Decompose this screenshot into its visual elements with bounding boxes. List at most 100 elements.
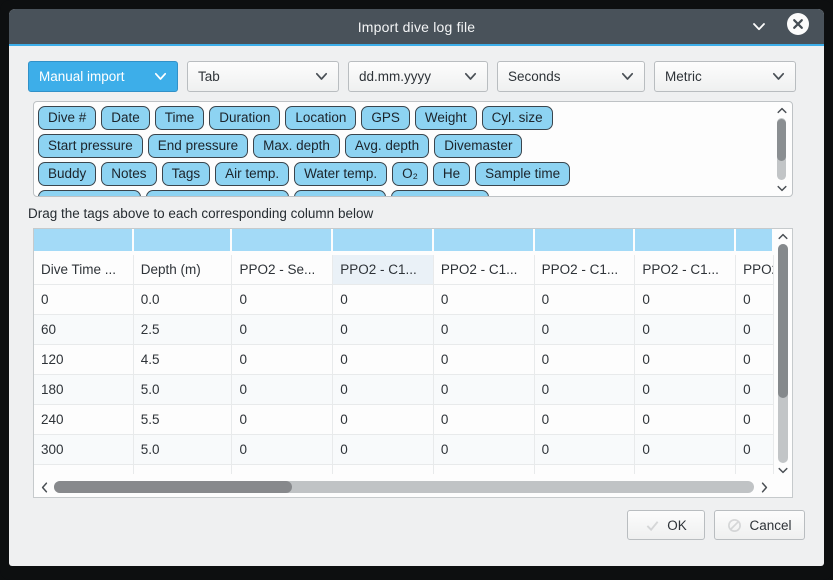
chevron-down-icon [464,72,477,81]
tag-chip[interactable]: Water temp. [294,162,387,186]
table-cell: 0 [736,315,774,345]
table-vertical-scrollbar[interactable] [774,229,792,477]
table-cell: 0 [232,285,333,315]
tag-chip[interactable]: Dive # [38,106,96,130]
tag-chip[interactable]: Time [155,106,205,130]
column-drop-zone[interactable] [635,229,736,255]
import-dialog: Import dive log file Manual import Tab dd.… [9,9,824,566]
column-header: PPO2 - C1... [635,255,736,285]
cancel-button[interactable]: Cancel [714,510,805,540]
tag-chip[interactable]: Start pressure [38,134,143,158]
tag-chip[interactable]: Weight [415,106,477,130]
column-drop-zone[interactable] [34,229,134,255]
tag-chip[interactable]: O₂ [392,162,428,186]
tag-list-scrollbar[interactable] [774,103,789,195]
tag-chip[interactable]: Notes [101,162,156,186]
scroll-right-icon[interactable] [756,477,772,497]
ok-button[interactable]: OK [627,510,705,540]
dialog-content: Manual importTabdd.mm.yyyySecondsMetric … [9,46,824,540]
table-cell [434,465,535,474]
tag-chip[interactable]: Air temp. [215,162,289,186]
scroll-down-icon[interactable] [774,464,792,476]
table-cell: 0 [535,435,636,465]
scroll-down-icon[interactable] [774,182,789,194]
titlebar[interactable]: Import dive log file [9,9,824,46]
duration-format-combobox[interactable]: Seconds [497,61,645,92]
table-cell: 0 [635,345,736,375]
scrollbar-thumb[interactable] [778,244,788,398]
table-cell: 0 [535,315,636,345]
table-cell: 0.0 [134,285,233,315]
scroll-up-icon[interactable] [774,104,789,116]
table-cell: 0 [434,435,535,465]
table-cell: 5.5 [134,405,233,435]
units-combobox[interactable]: Metric [654,61,796,92]
chevron-down-icon [315,72,328,81]
tag-chip[interactable]: Sample temperature [146,190,288,197]
table-cell: 0 [333,285,434,315]
date-format-combobox[interactable]: dd.mm.yyyy [348,61,488,92]
table-cell: 0 [434,315,535,345]
cancel-label: Cancel [749,518,791,533]
chevron-down-icon [621,72,634,81]
tag-chip[interactable]: GPS [361,106,410,130]
table-row: 1805.0000000 [34,375,774,405]
tag-chip[interactable]: Cyl. size [482,106,553,130]
scroll-up-icon[interactable] [774,230,792,242]
scrollbar-thumb[interactable] [777,119,786,161]
tag-chip[interactable]: He [433,162,470,186]
column-header: PPO2 - C1... [434,255,535,285]
column-header: PPO2 - Se... [232,255,333,285]
chevron-down-icon [772,72,785,81]
table-cell: 0 [736,375,774,405]
tag-chip[interactable]: Sample CNS [391,190,489,197]
tag-chip[interactable]: Tags [162,162,211,186]
table-grid: Dive Time ...Depth (m)PPO2 - Se...PPO2 -… [34,229,774,474]
tag-chip[interactable]: Avg. depth [345,134,429,158]
tag-chip[interactable]: Location [285,106,356,130]
table-cell: 300 [34,435,134,465]
tag-chip[interactable]: Duration [209,106,280,130]
import-mode-combobox[interactable]: Manual import [28,61,178,92]
tag-rows: Dive #DateTimeDurationLocationGPSWeightC… [38,106,768,197]
drop-zone-row [34,229,774,255]
table-cell: 0 [333,315,434,345]
column-drop-zone[interactable] [134,229,233,255]
table-cell: 0 [34,285,134,315]
table-cell: 0 [434,405,535,435]
tag-chip[interactable]: Sample pO₂ [294,190,387,197]
duration-format-value: Seconds [508,69,561,84]
table-cell [736,465,774,474]
table-horizontal-scrollbar[interactable] [34,477,774,497]
table-cell: 0 [535,285,636,315]
table-cell: 0 [232,405,333,435]
tag-chip[interactable]: Divemaster [434,134,522,158]
column-drop-zone[interactable] [736,229,774,255]
close-button[interactable] [784,9,812,44]
chevron-down-icon [154,72,167,81]
tag-chip[interactable]: Buddy [38,162,96,186]
scroll-left-icon[interactable] [36,477,52,497]
date-format-value: dd.mm.yyyy [359,69,431,84]
chevron-down-icon [752,18,766,36]
column-drop-zone[interactable] [232,229,333,255]
field-separator-combobox[interactable]: Tab [187,61,339,92]
cancel-icon [727,518,742,533]
table-cell: 0 [434,345,535,375]
shade-button[interactable] [746,9,772,44]
dialog-buttons: OK Cancel [28,510,805,540]
tag-chip[interactable]: End pressure [148,134,248,158]
column-drop-zone[interactable] [434,229,535,255]
table-cell [34,465,134,474]
column-header: Dive Time ... [34,255,134,285]
tag-chip[interactable]: Max. depth [253,134,340,158]
tag-chip[interactable]: Sample time [475,162,570,186]
column-drop-zone[interactable] [333,229,434,255]
tag-chip[interactable]: Date [101,106,150,130]
tag-chip[interactable]: Sample depth [38,190,141,197]
scrollbar-thumb[interactable] [54,481,292,493]
column-drop-zone[interactable] [535,229,636,255]
table-cell: 120 [34,345,134,375]
table-cell: 0 [232,435,333,465]
table-cell: 0 [333,345,434,375]
